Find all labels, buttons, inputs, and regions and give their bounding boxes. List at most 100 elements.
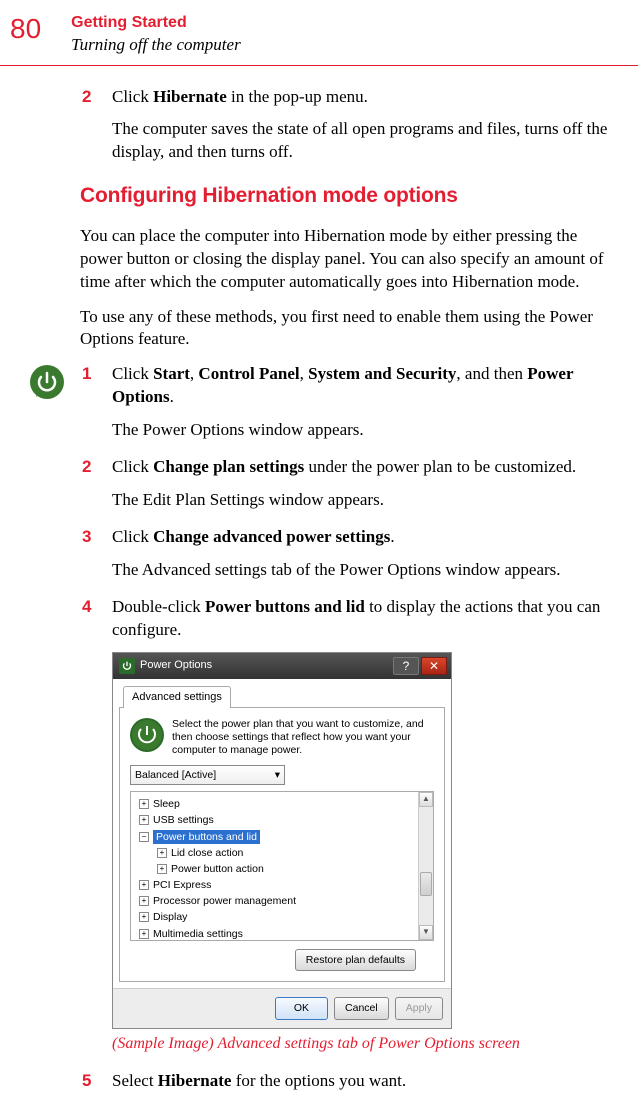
text: Click xyxy=(112,87,149,106)
dialog-title: Power Options xyxy=(140,658,212,673)
step-text: Double-click Power buttons and lid to di… xyxy=(112,596,618,642)
collapse-icon[interactable]: − xyxy=(139,832,149,842)
text: , and then xyxy=(456,364,527,383)
tree-item-label: Sleep xyxy=(153,797,180,811)
chapter-title: Getting Started xyxy=(71,12,241,34)
apply-button[interactable]: Apply xyxy=(395,997,443,1019)
text: Double-click xyxy=(112,597,205,616)
tree-item[interactable]: + PCI Express xyxy=(135,877,433,893)
step-followup: The Power Options window appears. xyxy=(112,419,618,442)
power-options-icon xyxy=(119,658,135,674)
chevron-down-icon: ▾ xyxy=(275,768,280,782)
step-number: 3 xyxy=(80,526,112,549)
scroll-thumb[interactable] xyxy=(420,872,432,896)
ok-button[interactable]: OK xyxy=(275,997,328,1019)
text: . xyxy=(170,387,174,406)
step-text: Click Change plan settings under the pow… xyxy=(112,456,618,479)
text: , xyxy=(300,364,309,383)
help-button[interactable]: ? xyxy=(393,657,419,675)
section-title: Turning off the computer xyxy=(71,34,241,57)
dropdown-value: Balanced [Active] xyxy=(135,768,216,782)
figure-caption: (Sample Image) Advanced settings tab of … xyxy=(112,1033,618,1055)
step-text: Click Start, Control Panel, System and S… xyxy=(112,363,618,409)
tab-advanced-settings[interactable]: Advanced settings xyxy=(123,686,231,708)
bold-term: Change plan settings xyxy=(153,457,304,476)
step-5: 5 Select Hibernate for the options you w… xyxy=(80,1070,618,1093)
page-number: 80 xyxy=(10,10,41,48)
step-number: 2 xyxy=(80,86,112,109)
bold-term: Change advanced power settings xyxy=(153,527,390,546)
text: for the options you want. xyxy=(231,1071,406,1090)
restore-defaults-button[interactable]: Restore plan defaults xyxy=(295,949,416,971)
tree-item-label: Display xyxy=(153,910,187,924)
step-text: Click Hibernate in the pop-up menu. xyxy=(112,86,618,109)
power-icon xyxy=(28,363,66,401)
dialog-tabs: Advanced settings xyxy=(119,685,445,708)
text: Click xyxy=(112,364,153,383)
text: under the power plan to be customized. xyxy=(304,457,576,476)
bold-term: Power buttons and lid xyxy=(205,597,365,616)
power-options-dialog: Power Options ? ✕ Advanced settings xyxy=(112,652,452,1029)
step-2: 2Click Change plan settings under the po… xyxy=(80,456,618,479)
settings-tree[interactable]: +Sleep+USB settings−Power buttons and li… xyxy=(130,791,434,941)
header-titles: Getting Started Turning off the computer xyxy=(71,10,241,57)
scrollbar[interactable]: ▲ ▼ xyxy=(418,792,433,940)
tree-item-label: Multimedia settings xyxy=(153,927,243,941)
expand-icon[interactable]: + xyxy=(157,848,167,858)
dialog-titlebar: Power Options ? ✕ xyxy=(113,653,451,679)
step-2-hibernate: 2 Click Hibernate in the pop-up menu. xyxy=(80,86,618,109)
tree-item[interactable]: + Display xyxy=(135,909,433,925)
tree-item-label: PCI Express xyxy=(153,878,211,892)
bold-term: Start xyxy=(153,364,190,383)
step-followup: The Advanced settings tab of the Power O… xyxy=(112,559,618,582)
expand-icon[interactable]: + xyxy=(157,864,167,874)
tree-item-label: Lid close action xyxy=(171,846,243,860)
tree-item[interactable]: + Lid close action xyxy=(135,845,433,861)
paragraph: You can place the computer into Hibernat… xyxy=(80,225,618,294)
tree-item[interactable]: −Power buttons and lid xyxy=(135,829,433,845)
scroll-down-button[interactable]: ▼ xyxy=(419,925,433,940)
bold-term: Hibernate xyxy=(158,1071,232,1090)
bold-term: System and Security xyxy=(308,364,456,383)
text: in the pop-up menu. xyxy=(231,87,368,106)
step-number: 2 xyxy=(80,456,112,479)
paragraph: To use any of these methods, you first n… xyxy=(80,306,618,352)
tree-item[interactable]: + Processor power management xyxy=(135,893,433,909)
text: . xyxy=(390,527,394,546)
scroll-up-button[interactable]: ▲ xyxy=(419,792,433,807)
text: Click xyxy=(112,527,153,546)
step-followup: The Edit Plan Settings window appears. xyxy=(112,489,618,512)
close-button[interactable]: ✕ xyxy=(421,657,447,675)
tree-item-label: Power buttons and lid xyxy=(153,830,260,844)
step-3: 3Click Change advanced power settings. xyxy=(80,526,618,549)
expand-icon[interactable]: + xyxy=(139,799,149,809)
step-followup: The computer saves the state of all open… xyxy=(112,118,618,164)
tree-item[interactable]: + USB settings xyxy=(135,812,433,828)
tree-item[interactable]: + Multimedia settings xyxy=(135,926,433,942)
step-number: 1 xyxy=(80,363,112,409)
bold-term: Hibernate xyxy=(153,87,231,106)
tree-item[interactable]: + Sleep xyxy=(135,796,433,812)
expand-icon[interactable]: + xyxy=(139,880,149,890)
tree-item-label: Processor power management xyxy=(153,894,296,908)
dialog-description: Select the power plan that you want to c… xyxy=(172,718,434,757)
expand-icon[interactable]: + xyxy=(139,815,149,825)
step-text: Select Hibernate for the options you wan… xyxy=(112,1070,618,1093)
heading-configure-hibernation: Configuring Hibernation mode options xyxy=(80,182,618,210)
tree-item-label: USB settings xyxy=(153,813,214,827)
expand-icon[interactable]: + xyxy=(139,896,149,906)
expand-icon[interactable]: + xyxy=(139,912,149,922)
page-header: 80 Getting Started Turning off the compu… xyxy=(0,0,638,66)
text: Click xyxy=(112,457,153,476)
expand-icon[interactable]: + xyxy=(139,929,149,939)
plan-dropdown[interactable]: Balanced [Active] ▾ xyxy=(130,765,285,785)
cancel-button[interactable]: Cancel xyxy=(334,997,389,1019)
bold-term: Control Panel xyxy=(198,364,299,383)
tree-item-label: Power button action xyxy=(171,862,264,876)
tree-item[interactable]: + Power button action xyxy=(135,861,433,877)
step-number: 4 xyxy=(80,596,112,642)
text: Select xyxy=(112,1071,158,1090)
step-4: 4Double-click Power buttons and lid to d… xyxy=(80,596,618,642)
step-1: 1Click Start, Control Panel, System and … xyxy=(80,363,618,409)
power-plan-icon xyxy=(130,718,164,752)
